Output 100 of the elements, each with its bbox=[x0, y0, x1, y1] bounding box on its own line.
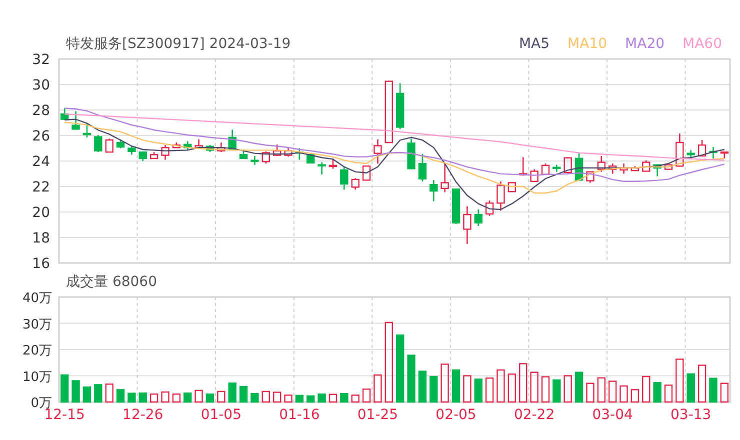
volume-bar bbox=[94, 384, 102, 403]
candlestick bbox=[496, 181, 505, 211]
candlestick bbox=[374, 139, 382, 164]
axis-label: 03-04 bbox=[592, 407, 633, 423]
volume-bar bbox=[474, 378, 482, 403]
candlestick bbox=[463, 206, 472, 244]
axis-label: 40万 bbox=[22, 291, 52, 306]
volume-bar bbox=[608, 380, 617, 403]
volume-bar bbox=[150, 394, 158, 403]
volume-bar bbox=[519, 363, 528, 403]
candlestick bbox=[709, 146, 718, 158]
volume-bar bbox=[184, 392, 192, 403]
candlestick bbox=[228, 130, 236, 150]
axis-label: 26 bbox=[32, 128, 50, 144]
volume-bar bbox=[116, 389, 125, 403]
volume-bar bbox=[262, 390, 270, 403]
candlestick bbox=[250, 156, 259, 165]
axis-label: 28 bbox=[32, 103, 50, 119]
volume-bar bbox=[564, 375, 572, 403]
candlestick bbox=[272, 144, 282, 156]
candlestick bbox=[82, 122, 92, 138]
volume-bar bbox=[318, 394, 326, 403]
candlestick bbox=[172, 142, 181, 148]
candlestick bbox=[586, 171, 594, 183]
chart-title: 特发服务[SZ300917] 2024-03-19 bbox=[66, 36, 291, 52]
candlestick bbox=[608, 164, 617, 174]
volume-bar bbox=[698, 364, 706, 403]
candlestick bbox=[474, 209, 482, 226]
candlestick bbox=[597, 156, 606, 172]
volume-bar bbox=[463, 375, 472, 403]
candlestick bbox=[686, 150, 695, 158]
candlestick bbox=[206, 145, 214, 152]
volume-bar bbox=[194, 390, 203, 403]
legend-item: MA10 bbox=[568, 36, 608, 52]
volume-bar bbox=[306, 395, 315, 403]
candlestick bbox=[564, 157, 572, 174]
volume-bar bbox=[440, 364, 449, 403]
volume-bar bbox=[653, 382, 662, 403]
volume-bar bbox=[418, 370, 427, 403]
volume-bar bbox=[430, 376, 438, 403]
legend-item: MA5 bbox=[518, 36, 550, 52]
candlestick bbox=[620, 164, 628, 174]
candlestick bbox=[306, 153, 315, 164]
volume-bar bbox=[552, 379, 561, 403]
candlestick bbox=[541, 164, 550, 176]
volume-bar bbox=[485, 378, 494, 403]
volume-bar bbox=[161, 391, 170, 403]
volume-bar bbox=[586, 382, 594, 403]
volume-bar bbox=[60, 374, 69, 403]
candlestick bbox=[676, 134, 684, 167]
volume-bar bbox=[676, 358, 684, 403]
candlestick bbox=[239, 150, 248, 160]
candlestick bbox=[116, 139, 125, 148]
axis-label: 20万 bbox=[22, 344, 52, 358]
candlestick bbox=[720, 151, 728, 158]
volume-bar bbox=[295, 394, 304, 403]
candlestick bbox=[328, 158, 338, 169]
candlestick bbox=[284, 148, 292, 157]
volume-bar bbox=[452, 369, 460, 403]
legend-item: MA20 bbox=[625, 36, 665, 52]
candlestick bbox=[552, 164, 561, 172]
candlestick bbox=[340, 166, 348, 190]
volume-bar bbox=[686, 373, 695, 403]
volume-bar bbox=[508, 374, 516, 403]
candlestick bbox=[642, 160, 650, 172]
volume-bar bbox=[128, 392, 136, 403]
candlestick bbox=[351, 178, 360, 190]
volume-bar bbox=[642, 376, 650, 403]
candlestick bbox=[574, 152, 584, 181]
volume-bar bbox=[362, 388, 371, 403]
candlestick bbox=[430, 180, 438, 202]
candlestick bbox=[105, 138, 114, 153]
candlestick bbox=[519, 157, 528, 176]
volume-bar bbox=[328, 394, 338, 403]
volume-bar bbox=[620, 385, 628, 403]
candlestick bbox=[150, 152, 158, 160]
volume-bar bbox=[496, 369, 505, 403]
volume-bar bbox=[374, 374, 382, 403]
candlestick bbox=[72, 111, 80, 130]
candlestick bbox=[440, 164, 449, 192]
axis-label: 22 bbox=[32, 180, 50, 196]
candlestick bbox=[184, 141, 192, 150]
axis-label: 16 bbox=[32, 256, 50, 272]
volume-bar bbox=[664, 384, 673, 403]
candlestick bbox=[194, 139, 203, 148]
candlestick bbox=[128, 146, 136, 155]
volume-bar bbox=[272, 392, 282, 403]
volume-bar bbox=[217, 390, 226, 403]
candlestick bbox=[138, 151, 147, 161]
volume-bar bbox=[709, 378, 718, 403]
candlestick bbox=[362, 165, 371, 181]
volume-bar bbox=[407, 354, 416, 403]
volume-bar bbox=[630, 389, 640, 403]
candlestick bbox=[396, 83, 404, 130]
volume-bar bbox=[396, 334, 404, 403]
candlestick bbox=[384, 80, 394, 144]
chart-title: 成交量 68060 bbox=[66, 274, 157, 290]
candlestick bbox=[653, 164, 662, 176]
volume-bar bbox=[138, 392, 147, 403]
axis-label: 02-05 bbox=[436, 407, 476, 423]
